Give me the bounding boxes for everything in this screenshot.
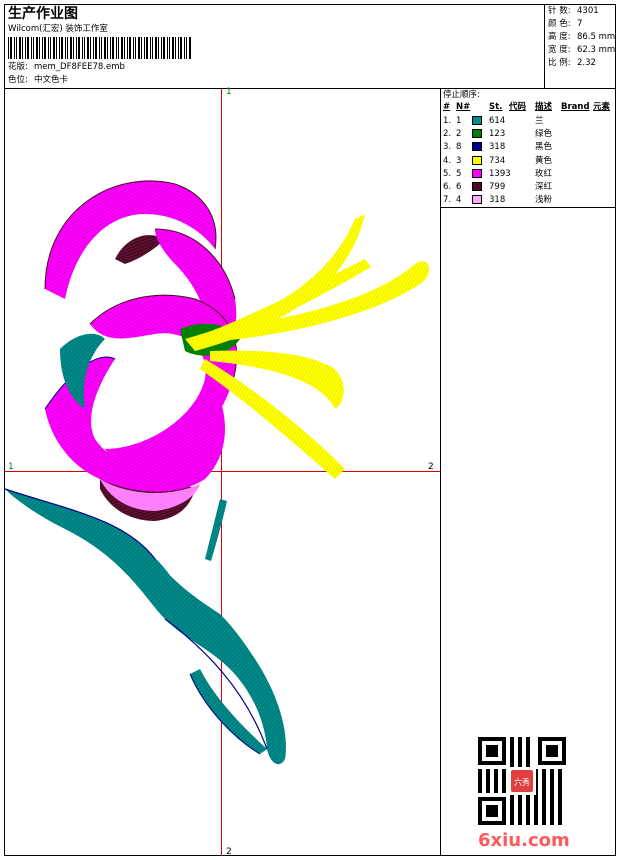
col-needle: N#: [456, 102, 471, 112]
row-stitches: 799: [489, 182, 506, 192]
row-needle: 2: [456, 129, 462, 140]
design-filename: mem_DF8FEE78.emb: [34, 62, 125, 72]
row-description: 兰: [535, 116, 544, 126]
row-description: 黑色: [535, 142, 553, 153]
embroidery-design: [5, 180, 430, 765]
row-needle: 8: [456, 142, 462, 153]
row-description: 黄色: [535, 155, 553, 166]
stop-sequence-title: 停止顺序:: [443, 90, 480, 100]
barcode: [8, 37, 191, 59]
row-stitches: 123: [489, 129, 506, 140]
row-index: 1.: [443, 116, 452, 126]
row-description: 浅粉: [535, 195, 553, 206]
row-index: 4.: [443, 155, 452, 166]
row-index: 7.: [443, 195, 452, 206]
stat-value: 86.5 mm: [577, 32, 616, 42]
row-index: 3.: [443, 142, 452, 153]
color-swatch: [472, 182, 482, 191]
color-swatch: [472, 195, 482, 205]
col-code: 代码: [509, 102, 527, 112]
svg-text:六秀: 六秀: [514, 777, 530, 787]
color-swatch: [472, 142, 482, 152]
col-brand: Brand: [561, 102, 590, 112]
col-index: #: [443, 102, 451, 112]
row-needle: 6: [456, 182, 462, 192]
color-swatch: [472, 129, 482, 139]
row-needle: 1: [456, 116, 462, 126]
stat-value: 7: [577, 19, 583, 29]
panel-divider: [440, 88, 441, 856]
watermark: 6xiu.com: [478, 830, 570, 851]
col-description: 描述: [535, 102, 553, 112]
col-element: 元素: [593, 102, 611, 112]
row-index: 2.: [443, 129, 452, 140]
qr-code: 六秀: [478, 737, 566, 825]
color-swatch: [472, 168, 482, 178]
stat-value: 2.32: [577, 58, 596, 68]
stat-label: 高 度:: [548, 32, 571, 42]
row-index: 5.: [443, 168, 452, 179]
row-stitches: 1393: [489, 168, 511, 179]
color-swatch: [472, 116, 482, 125]
color-label: 色位:: [8, 75, 28, 85]
page-title: 生产作业图: [8, 6, 78, 22]
stat-value: 4301: [577, 6, 599, 16]
design-label: 花版:: [8, 62, 28, 72]
row-description: 玫红: [535, 168, 553, 179]
header-divider: [544, 4, 545, 88]
row-description: 深红: [535, 182, 553, 192]
row-needle: 3: [456, 155, 462, 166]
color-chart-name: 中文色卡: [34, 75, 69, 85]
stat-label: 颜 色:: [548, 19, 571, 29]
col-stitches: St.: [489, 102, 503, 112]
row-index: 6.: [443, 182, 452, 192]
stem-leaves: [5, 488, 286, 765]
stat-label: 比 例:: [548, 58, 571, 68]
row-needle: 5: [456, 168, 462, 179]
stat-label: 针 数:: [548, 6, 571, 16]
studio-name: Wilcom(汇宏) 装饰工作室: [8, 24, 108, 34]
table-bottom-line: [440, 207, 616, 208]
stat-value: 62.3 mm: [577, 45, 616, 55]
row-stitches: 318: [489, 195, 506, 206]
row-stitches: 614: [489, 116, 506, 126]
row-stitches: 318: [489, 142, 506, 153]
row-needle: 4: [456, 195, 462, 206]
row-stitches: 734: [489, 155, 506, 166]
stat-label: 宽 度:: [548, 45, 571, 55]
color-swatch: [472, 155, 482, 165]
row-description: 绿色: [535, 129, 553, 140]
